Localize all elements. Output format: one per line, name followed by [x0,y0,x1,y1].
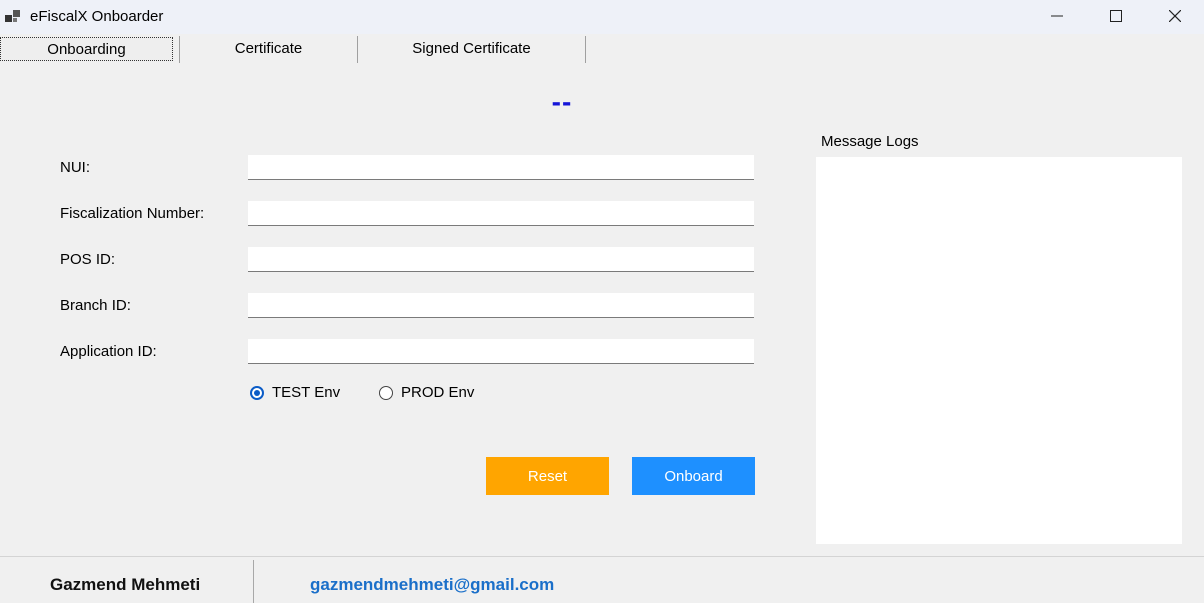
pos-id-input[interactable] [248,247,754,272]
prod-env-label: PROD Env [401,384,475,401]
application-id-input[interactable] [248,339,754,364]
status-heading: -- [551,86,573,117]
minimize-button[interactable] [1028,0,1086,32]
maximize-icon [1110,10,1122,22]
maximize-button[interactable] [1087,0,1145,32]
onboard-button[interactable]: Onboard [632,457,755,495]
message-logs-label: Message Logs [821,133,919,150]
test-env-radio-option[interactable]: TEST Env [250,384,340,401]
tab-divider [585,36,586,63]
footer-divider [0,556,1204,557]
tab-onboarding[interactable]: Onboarding [0,37,173,61]
tab-certificate[interactable]: Certificate [180,34,357,62]
reset-button[interactable]: Reset [486,457,609,495]
test-env-radio[interactable] [250,385,264,400]
application-id-label: Application ID: [60,343,157,360]
nui-input[interactable] [248,155,754,180]
app-icon [5,10,20,22]
prod-env-radio[interactable] [379,385,393,400]
author-email[interactable]: gazmendmehmeti@gmail.com [310,575,554,595]
branch-id-input[interactable] [248,293,754,318]
minimize-icon [1051,15,1063,17]
author-name: Gazmend Mehmeti [50,575,201,594]
nui-label: NUI: [60,159,90,176]
footer-separator [253,560,254,603]
close-button[interactable] [1146,0,1204,32]
pos-id-label: POS ID: [60,251,116,268]
message-logs-box[interactable] [816,157,1182,544]
title-bar: eFiscalX Onboarder [0,0,1204,34]
fiscalization-number-input[interactable] [248,201,754,226]
tab-signed-certificate[interactable]: Signed Certificate [358,34,585,62]
test-env-label: TEST Env [272,384,341,401]
branch-id-label: Branch ID: [60,297,131,314]
close-icon [1169,10,1181,22]
tab-strip: Onboarding Certificate Signed Certificat… [0,34,1204,64]
fiscalization-number-label: Fiscalization Number: [60,205,205,222]
window-title: eFiscalX Onboarder [30,8,164,25]
prod-env-radio-option[interactable]: PROD Env [379,384,474,401]
